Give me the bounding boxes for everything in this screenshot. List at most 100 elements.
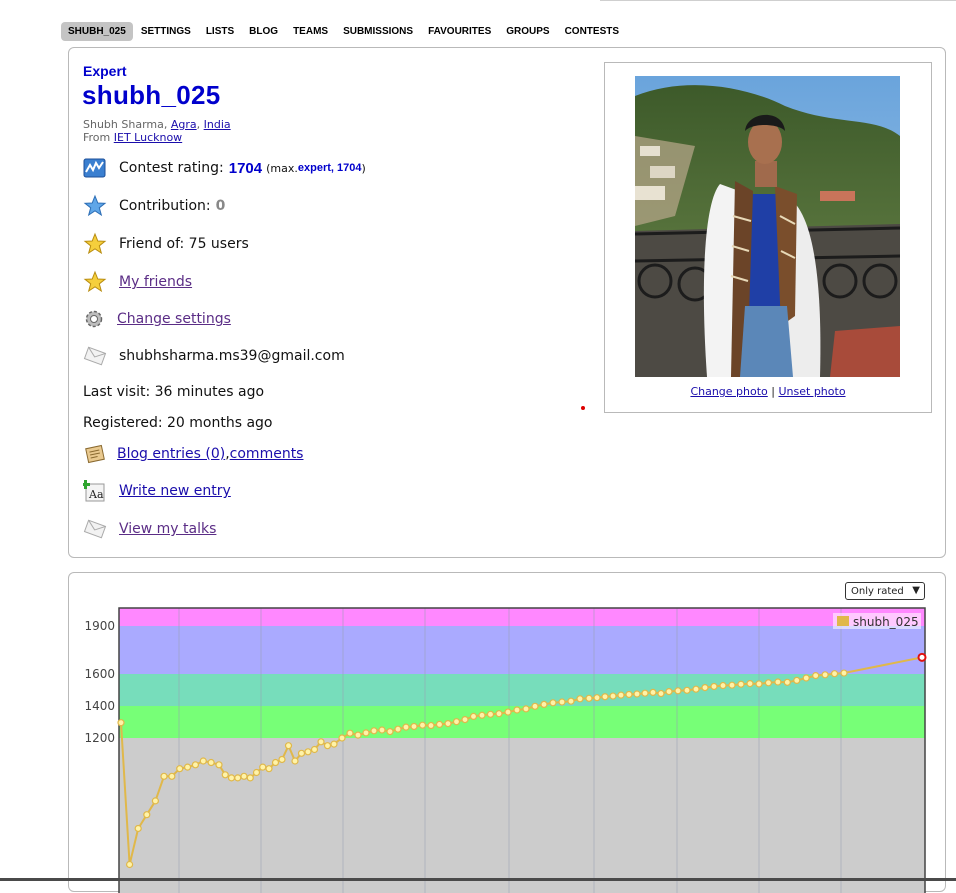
- rating-point: [513, 706, 521, 714]
- rating-point: [821, 671, 829, 679]
- rating-point: [461, 716, 469, 724]
- rating-point: [917, 652, 927, 662]
- blog-row: Blog entries (0), comments: [83, 442, 303, 466]
- rating-point: [549, 699, 557, 707]
- rating-point: [674, 687, 682, 695]
- rating-point: [168, 772, 176, 780]
- unset-photo-link[interactable]: Unset photo: [778, 385, 845, 398]
- rating-point: [585, 694, 593, 702]
- separator: ,: [196, 118, 204, 131]
- rating-point: [683, 686, 691, 694]
- rating-point: [418, 721, 427, 729]
- rating-point: [330, 740, 338, 748]
- rating-point: [737, 680, 745, 688]
- rating-point: [291, 757, 299, 765]
- tab-submissions[interactable]: SUBMISSIONS: [336, 22, 420, 41]
- country-link[interactable]: India: [204, 118, 231, 131]
- rating-point: [370, 727, 378, 735]
- band-candidate_master: [119, 608, 925, 626]
- rating-point: [692, 685, 700, 693]
- rating-point: [125, 860, 134, 869]
- rating-point: [284, 742, 293, 750]
- rating-point: [427, 721, 435, 730]
- legend-swatch: [837, 616, 849, 626]
- last-visit: Last visit: 36 minutes ago: [83, 384, 265, 400]
- change-settings-link[interactable]: Change settings: [117, 311, 231, 327]
- change-settings-row: Change settings: [83, 307, 231, 331]
- rating-point: [812, 671, 820, 680]
- user-rank: Expert: [83, 63, 127, 79]
- max-rating-value: expert, 1704: [297, 162, 362, 174]
- band-newbie: [119, 738, 925, 893]
- rating-point: [495, 710, 503, 718]
- rating-point: [840, 669, 848, 677]
- rating-point: [227, 774, 236, 782]
- photo-box: Change photo | Unset photo: [604, 62, 932, 413]
- rating-point: [259, 763, 267, 771]
- rating-point: [774, 678, 782, 686]
- contribution-row: Contribution: 0: [83, 194, 225, 218]
- rating-point: [710, 682, 718, 691]
- rating-point: [617, 691, 625, 699]
- tab-blog[interactable]: BLOG: [242, 22, 285, 41]
- organization-link[interactable]: IET Lucknow: [114, 131, 182, 144]
- rating-point: [558, 698, 566, 706]
- rating-point: [567, 697, 575, 705]
- rating-point: [746, 679, 754, 688]
- tab-groups[interactable]: GROUPS: [499, 22, 556, 41]
- band-pupil: [119, 706, 925, 738]
- y-tick-label: 1900: [84, 619, 115, 633]
- blog-entries-link[interactable]: Blog entries (0): [117, 446, 225, 462]
- rating-point: [452, 718, 461, 726]
- rating-point: [207, 758, 215, 767]
- write-entry-link[interactable]: Write new entry: [119, 483, 231, 499]
- city-link[interactable]: Agra: [171, 118, 197, 131]
- notebook-icon: [83, 442, 107, 466]
- tab-lists[interactable]: LISTS: [199, 22, 241, 41]
- rating-point: [486, 710, 495, 718]
- tab-favourites[interactable]: FAVOURITES: [421, 22, 498, 41]
- rating-point: [362, 729, 370, 737]
- profile-card: Expert shubh_025 Shubh Sharma, Agra, Ind…: [68, 47, 946, 558]
- rating-point: [134, 824, 142, 833]
- separator: |: [767, 385, 779, 398]
- comments-link[interactable]: comments: [230, 446, 304, 462]
- rating-point: [504, 708, 512, 716]
- envelope-icon: [83, 344, 107, 368]
- rating-chart[interactable]: 1200 1400 1600 1900 shubh_025: [69, 573, 947, 893]
- tab-contests[interactable]: CONTESTS: [558, 22, 626, 41]
- rating-graph-card: Only rated ▼ 1200 1400 1600 1900 shubh_025: [68, 572, 947, 893]
- user-handle: shubh_025: [82, 80, 221, 110]
- rating-point: [444, 720, 452, 728]
- rating-point: [323, 742, 332, 750]
- email-text: shubhsharma.ms39@gmail.com: [119, 348, 345, 364]
- rating-point: [252, 768, 261, 777]
- rating-point: [160, 772, 168, 780]
- rating-point: [783, 678, 791, 686]
- rating-point: [657, 689, 665, 698]
- rating-point: [478, 711, 486, 719]
- new-entry-icon: Aa: [83, 479, 107, 503]
- photo-links: Change photo | Unset photo: [605, 385, 931, 398]
- change-photo-link[interactable]: Change photo: [690, 385, 767, 398]
- envelope-icon: [83, 517, 107, 541]
- user-location: Shubh Sharma, Agra, India From IET Luckn…: [83, 118, 231, 144]
- rating-point: [802, 674, 810, 682]
- tab-shubh-025[interactable]: SHUBH_025: [61, 21, 133, 41]
- rating-point: [719, 681, 727, 690]
- view-talks-link[interactable]: View my talks: [119, 521, 216, 537]
- rating-point: [310, 745, 319, 754]
- tab-teams[interactable]: TEAMS: [286, 22, 335, 41]
- contribution-value: 0: [215, 198, 226, 214]
- rating-point: [665, 687, 673, 696]
- my-friends-link[interactable]: My friends: [119, 274, 192, 290]
- max-rating-prefix: (max.: [266, 161, 298, 175]
- tab-settings[interactable]: SETTINGS: [134, 22, 198, 41]
- rating-point: [215, 761, 223, 769]
- rating-point: [143, 811, 151, 819]
- rating-point: [601, 693, 609, 701]
- rating-point: [531, 702, 539, 710]
- profile-tabs: SHUBH_025 SETTINGS LISTS BLOG TEAMS SUBMISSIO…: [61, 21, 627, 41]
- rating-point: [176, 765, 184, 773]
- rating-point: [641, 689, 649, 697]
